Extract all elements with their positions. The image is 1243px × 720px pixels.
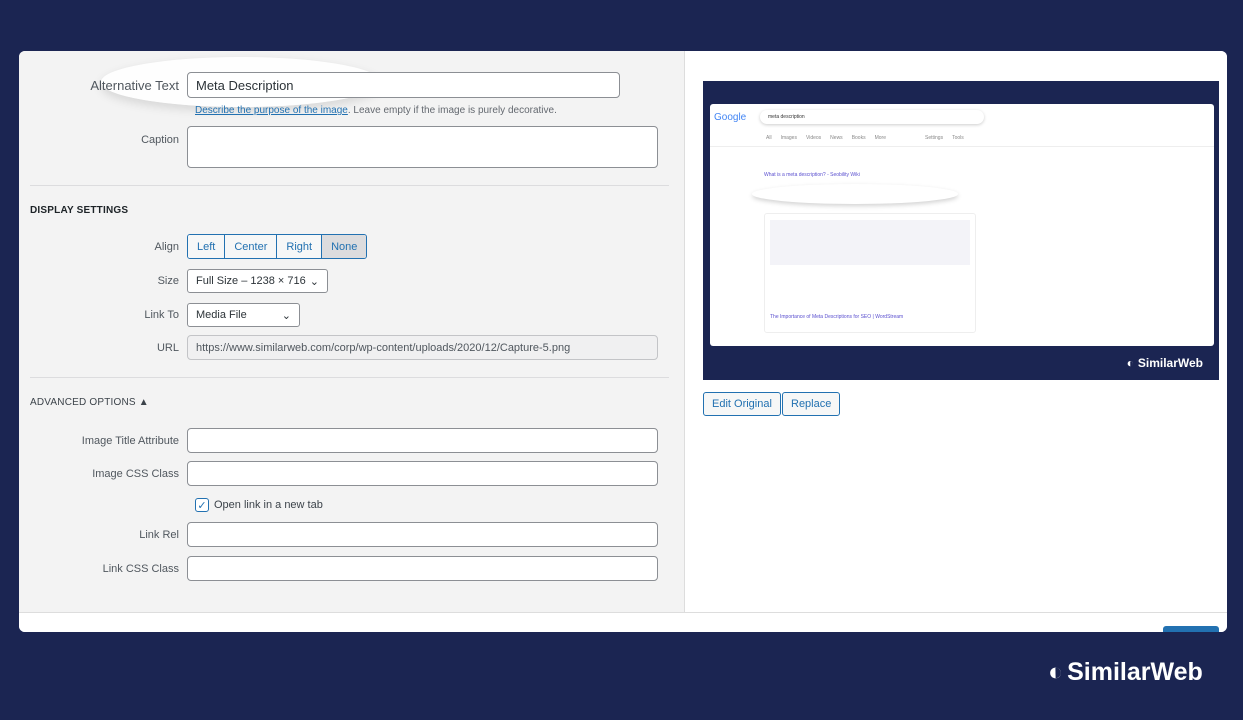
link-css-label: Link CSS Class [102, 562, 179, 575]
new-tab-label: Open link in a new tab [214, 499, 323, 511]
primary-button[interactable] [1163, 626, 1219, 632]
google-logo: Google [714, 112, 747, 123]
tab: Settings [925, 135, 944, 141]
alt-text-input[interactable]: Meta Description [187, 72, 620, 98]
caret-up-icon: ▲ [138, 397, 149, 408]
align-center-button[interactable]: Center [225, 235, 278, 258]
image-title-label: Image Title Attribute [81, 434, 179, 447]
url-label: URL [156, 341, 179, 354]
divider [710, 146, 1214, 147]
divider [30, 185, 669, 186]
link-to-label: Link To [144, 309, 179, 321]
image-title-input[interactable] [187, 428, 658, 453]
google-screenshot: Google meta description All Images Videos N… [710, 104, 1214, 346]
tab: Videos [805, 135, 822, 141]
link-rel-input[interactable] [187, 522, 658, 547]
snippet-image [770, 220, 970, 265]
preview-watermark: ◐ SimilarWeb [1127, 356, 1203, 370]
tab: Books [851, 135, 866, 141]
brand-text: SimilarWeb [1067, 658, 1203, 686]
image-css-input[interactable] [187, 461, 658, 486]
describe-purpose-link[interactable]: Describe the purpose of the image [195, 105, 348, 116]
settings-column: Alternative Text Meta Description Descri… [19, 51, 685, 612]
tab: Tools [952, 135, 964, 141]
tab: More [874, 135, 886, 141]
alt-text-label: Alternative Text [90, 77, 179, 93]
tab: News [830, 135, 843, 141]
link-to-select[interactable]: Media File ⌄ [187, 303, 300, 327]
highlight-ellipse [752, 184, 958, 204]
link-to-value: Media File [196, 309, 247, 321]
divider [30, 377, 669, 378]
replace-button[interactable]: Replace [782, 392, 841, 416]
result-title: The Importance of Meta Descriptions for … [770, 314, 904, 320]
similarweb-logo-icon: ◐ [1126, 356, 1134, 370]
chevron-down-icon: ⌄ [309, 275, 319, 288]
advanced-options-toggle[interactable]: ADVANCED OPTIONS ▲ [30, 397, 149, 408]
featured-snippet: The Importance of Meta Descriptions for … [764, 213, 976, 333]
align-left-button[interactable]: Left [188, 235, 226, 258]
tab: All [766, 135, 772, 141]
caption-textarea[interactable] [187, 126, 658, 168]
align-group: Left Center Right None [187, 234, 368, 259]
align-label: Align [154, 240, 179, 253]
size-select[interactable]: Full Size – 1238 × 716 ⌄ [187, 269, 328, 293]
google-tabs: All Images Videos News Books More Settings Tool… [766, 135, 964, 141]
url-field[interactable]: https://www.similarweb.com/corp/wp-conte… [187, 335, 658, 360]
attachment-details-panel: Alternative Text Meta Description Descri… [19, 51, 1227, 632]
align-none-button[interactable]: None [322, 235, 367, 258]
footer-bar [19, 612, 1227, 632]
edit-original-button[interactable]: Edit Original [703, 392, 781, 416]
watermark-text: SimilarWeb [1137, 356, 1203, 370]
display-settings-heading: DISPLAY SETTINGS [30, 205, 129, 216]
link-rel-label: Link Rel [139, 528, 179, 541]
preview-column: Google meta description All Images Videos N… [685, 51, 1227, 612]
chevron-down-icon: ⌄ [281, 309, 291, 322]
alt-help-text: . Leave empty if the image is purely dec… [347, 105, 557, 116]
align-right-button[interactable]: Right [277, 235, 323, 258]
advanced-options-label: ADVANCED OPTIONS [30, 397, 136, 408]
similarweb-brand: ◐ SimilarWeb [1048, 658, 1203, 687]
search-box: meta description [760, 110, 984, 124]
new-tab-checkbox[interactable]: ✓ [195, 498, 209, 512]
tab: Images [780, 135, 797, 141]
image-preview: Google meta description All Images Videos N… [703, 81, 1219, 380]
query-text: meta description [768, 114, 805, 120]
size-value: Full Size – 1238 × 716 [196, 275, 306, 287]
image-css-label: Image CSS Class [92, 467, 179, 480]
similarweb-logo-icon: ◐ [1048, 658, 1064, 686]
link-css-input[interactable] [187, 556, 658, 581]
ad-title: What is a meta description? - Seobility … [764, 172, 860, 178]
size-label: Size [157, 275, 179, 287]
caption-label: Caption [141, 134, 179, 146]
alt-help: Describe the purpose of the image. Leave… [195, 105, 557, 116]
